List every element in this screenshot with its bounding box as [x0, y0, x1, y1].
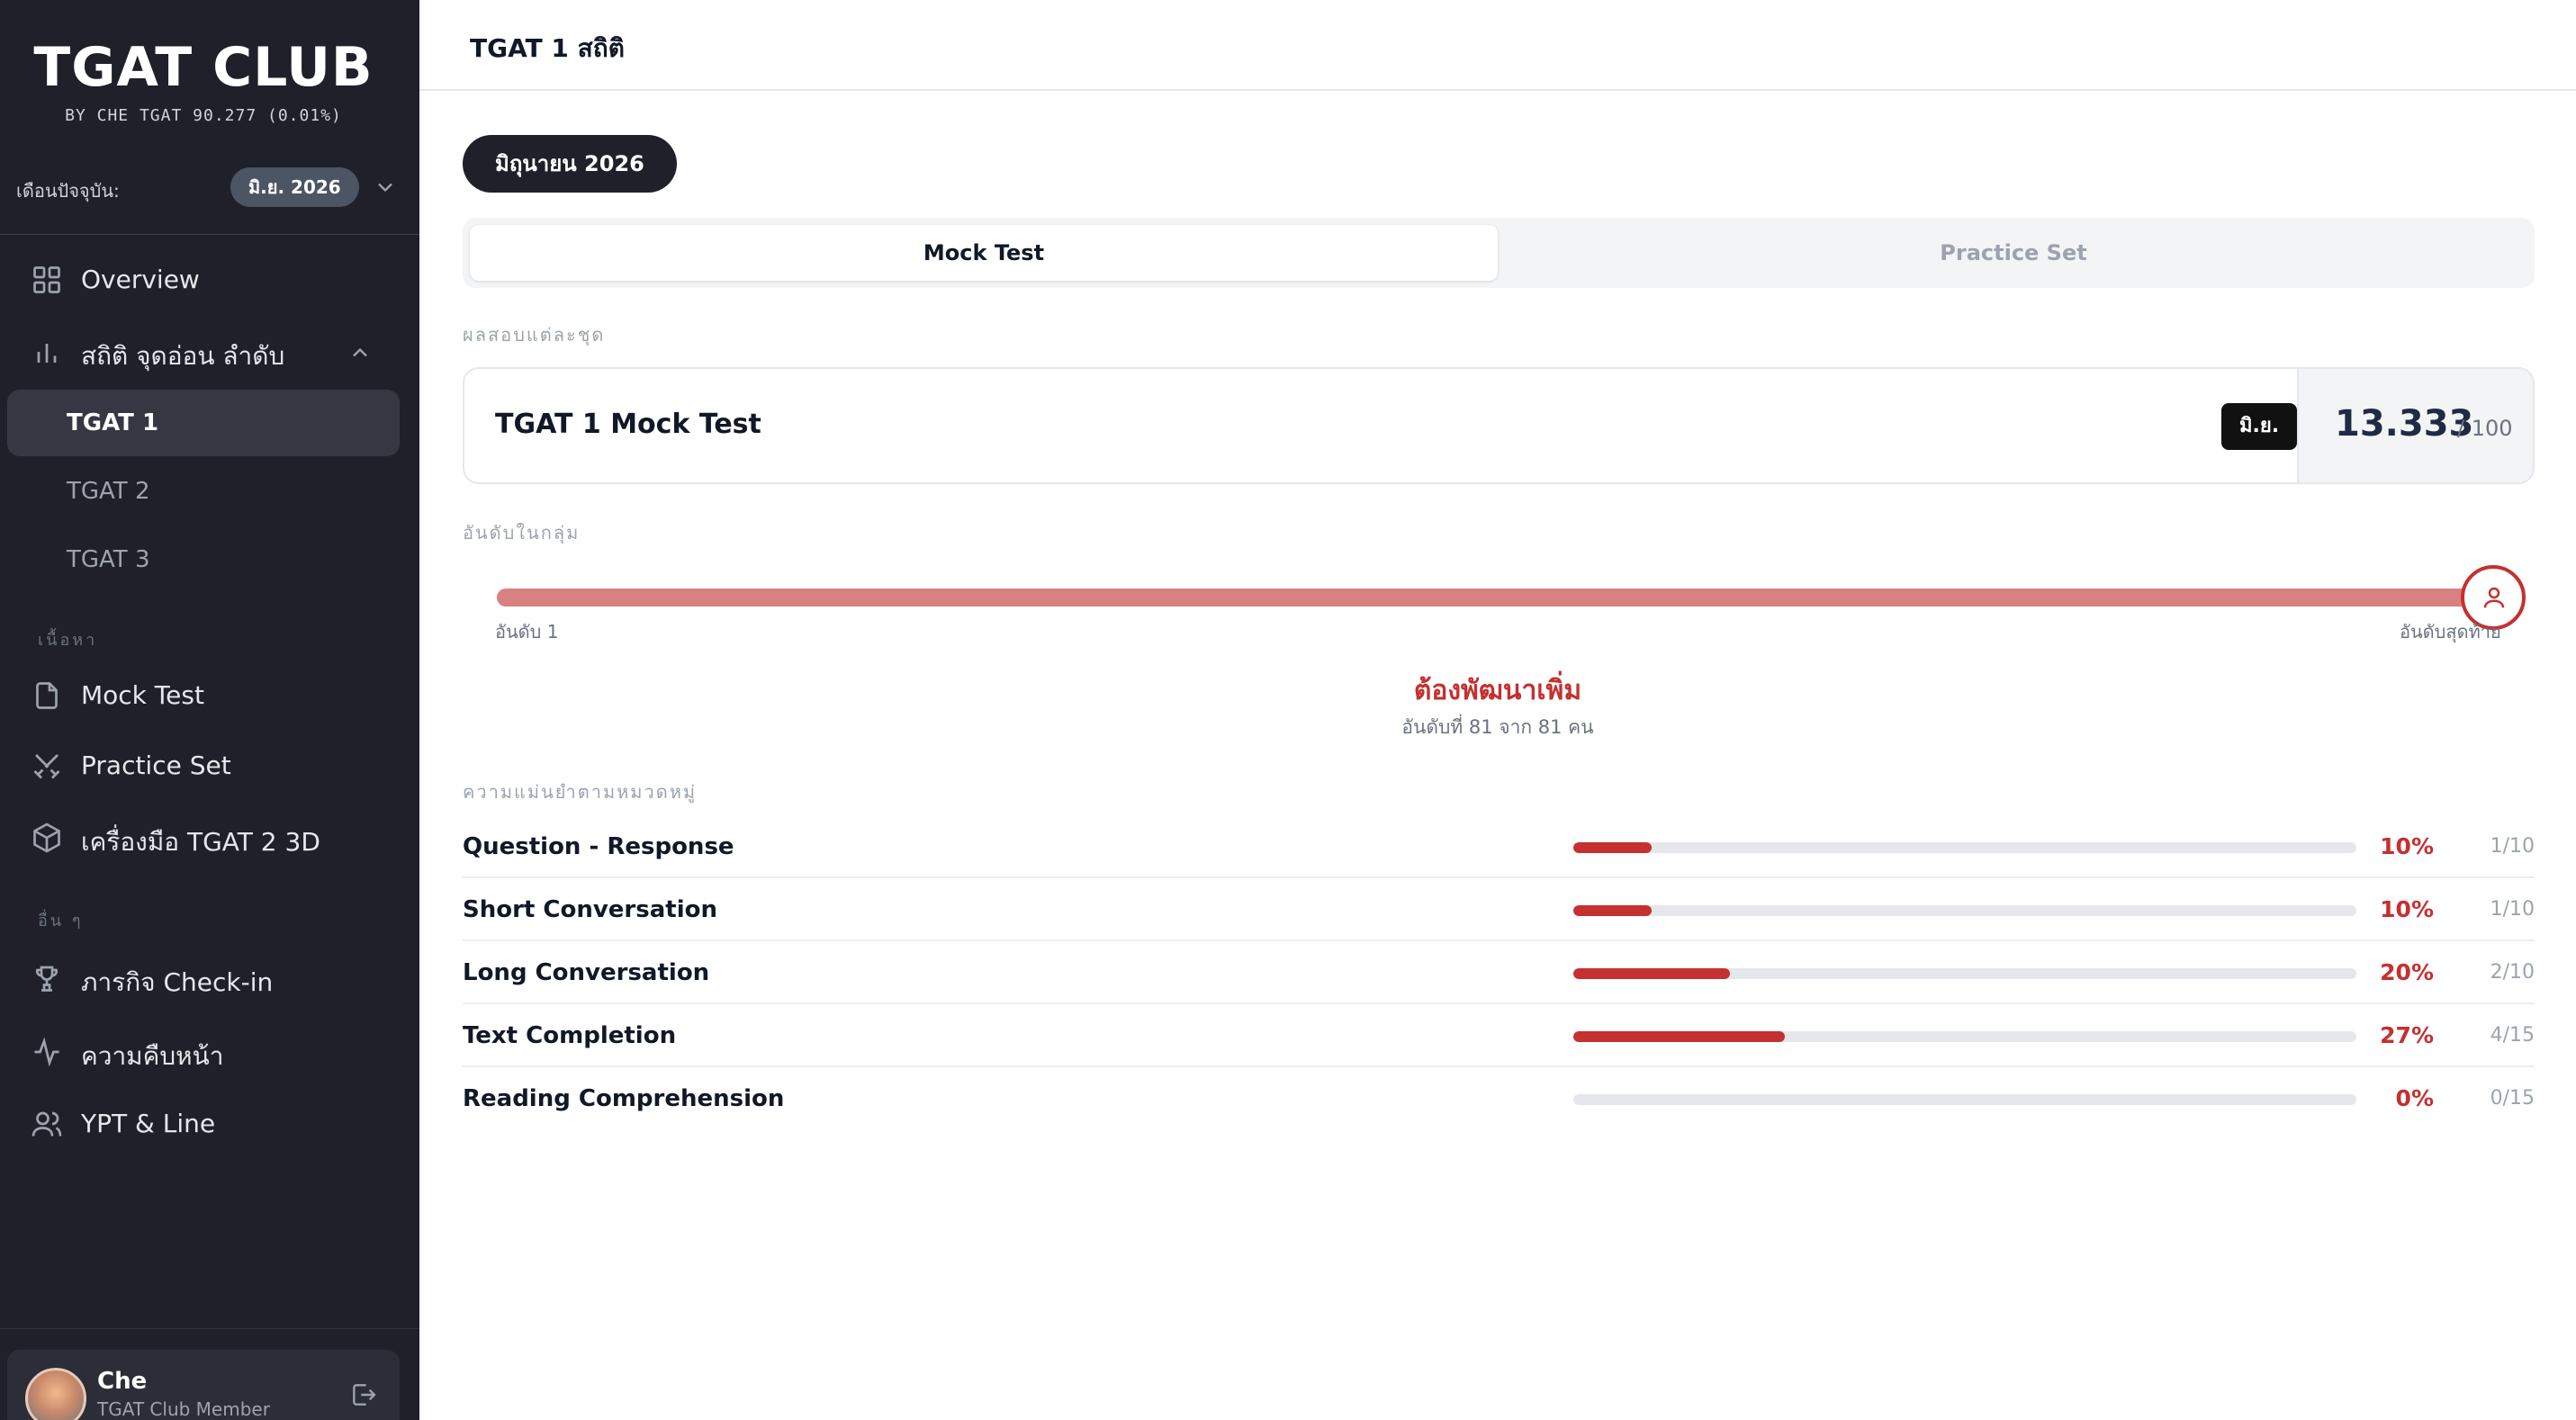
cube-icon: [33, 822, 60, 853]
top-bar: TGAT 1 สถิติ: [419, 0, 2576, 91]
category-progress-fill: [1573, 1031, 1785, 1042]
result-month-badge: มิ.ย.: [2221, 403, 2298, 450]
sidebar-subitem-label: TGAT 2: [67, 478, 150, 505]
month-filter-pill[interactable]: มิถุนายน 2026: [463, 135, 677, 193]
sidebar-subitem-label: TGAT 3: [67, 546, 150, 573]
category-count: 4/15: [2490, 1024, 2535, 1047]
category-count: 1/10: [2490, 835, 2535, 858]
chevron-up-icon[interactable]: [347, 340, 373, 365]
sidebar-item-label: ภารกิจ Check-in: [81, 967, 274, 997]
category-name: Reading Comprehension: [463, 1085, 785, 1112]
category-row: Text Completion 27% 4/15: [463, 1004, 2535, 1067]
category-progress-fill: [1573, 905, 1652, 916]
bar-chart-icon: [37, 344, 57, 363]
category-row: Reading Comprehension 0% 0/15: [463, 1067, 2535, 1130]
score-box: 13.333 / 100: [2297, 369, 2533, 482]
rank-detail-text: อันดับที่ 81 จาก 81 คน: [1401, 716, 1594, 738]
score-value: 13.333: [2335, 403, 2474, 445]
rank-track: [497, 589, 2493, 607]
sidebar-footer-divider: [0, 1328, 419, 1329]
sidebar-subitem-tgat1[interactable]: TGAT 1: [7, 390, 400, 456]
sidebar-divider: [0, 234, 419, 235]
page-title: TGAT 1 สถิติ: [470, 33, 625, 63]
category-percent: 10%: [2380, 833, 2434, 859]
app-root: TGAT CLUB BY CHE TGAT 90.277 (0.01%) เดื…: [0, 0, 2576, 1420]
category-percent: 10%: [2380, 896, 2434, 922]
user-profile-card[interactable]: Che TGAT Club Member: [7, 1350, 400, 1420]
category-count: 2/10: [2490, 961, 2535, 984]
logout-icon[interactable]: [349, 1380, 378, 1409]
user-role: TGAT Club Member: [97, 1398, 270, 1420]
sidebar-item-label: Practice Set: [81, 750, 231, 780]
category-count: 1/10: [2490, 898, 2535, 921]
category-progress-bar: [1573, 968, 2356, 979]
main-content: TGAT 1 สถิติ มิถุนายน 2026 Mock Test Pra…: [419, 0, 2576, 1420]
sidebar-item-overview[interactable]: Overview: [7, 247, 400, 313]
current-month-badge[interactable]: มิ.ย. 2026: [230, 167, 359, 207]
current-month-label: เดือนปัจจุบัน:: [16, 180, 120, 202]
user-name: Che: [97, 1368, 148, 1395]
category-count: 0/15: [2490, 1087, 2535, 1110]
category-percent: 0%: [2395, 1085, 2434, 1111]
sidebar-section-other: อื่น ๆ: [38, 912, 84, 930]
category-name: Text Completion: [463, 1022, 677, 1049]
brand-subtitle: BY CHE TGAT 90.277 (0.01%): [65, 106, 342, 125]
chevron-down-icon[interactable]: [373, 175, 398, 200]
trophy-icon: [35, 966, 59, 992]
category-name: Short Conversation: [463, 896, 717, 923]
category-progress-fill: [1573, 842, 1652, 853]
sidebar-item-checkin[interactable]: ภารกิจ Check-in: [7, 945, 400, 1011]
users-icon: [32, 1111, 62, 1137]
sidebar-item-progress[interactable]: ความคืบหน้า: [7, 1019, 400, 1085]
sidebar: TGAT CLUB BY CHE TGAT 90.277 (0.01%) เดื…: [0, 0, 419, 1420]
rank-section-label: อันดับในกลุ่ม: [463, 522, 581, 544]
category-percent: 27%: [2380, 1022, 2434, 1048]
grid-icon: [33, 266, 60, 293]
category-row: Short Conversation 10% 1/10: [463, 878, 2535, 941]
sidebar-item-label: YPT & Line: [81, 1109, 216, 1138]
brand-logo[interactable]: TGAT CLUB: [0, 36, 407, 99]
category-progress-bar: [1573, 1094, 2356, 1105]
test-type-tabs: Mock Test Practice Set: [463, 218, 2535, 288]
sidebar-subitem-tgat3[interactable]: TGAT 3: [7, 526, 400, 593]
category-progress-bar: [1573, 1031, 2356, 1042]
rank-start-label: อันดับ 1: [495, 621, 559, 643]
sidebar-subitem-tgat2[interactable]: TGAT 2: [7, 458, 400, 525]
sidebar-item-label: Overview: [81, 265, 200, 294]
tab-mock-test[interactable]: Mock Test: [470, 225, 1498, 281]
tab-practice-set[interactable]: Practice Set: [1500, 225, 2527, 281]
sidebar-item-label: Mock Test: [81, 680, 204, 710]
sidebar-item-tgat2-3d-tool[interactable]: เครื่องมือ TGAT 2 3D: [7, 804, 400, 871]
file-icon: [36, 682, 58, 709]
sidebar-item-label: ความคืบหน้า: [81, 1041, 224, 1071]
sidebar-item-label: เครื่องมือ TGAT 2 3D: [81, 827, 320, 857]
results-section-label: ผลสอบแต่ละชุด: [463, 324, 606, 346]
score-max: / 100: [2457, 416, 2513, 441]
sidebar-item-label: สถิติ จุดอ่อน ลำดับ: [81, 341, 285, 371]
rank-end-label: อันดับสุดท้าย: [2400, 621, 2501, 643]
rank-status-text: ต้องพัฒนาเพิ่ม: [1413, 675, 1582, 706]
avatar: [25, 1368, 86, 1420]
sidebar-item-ypt-line[interactable]: YPT & Line: [7, 1091, 400, 1157]
category-progress-fill: [1573, 968, 1730, 979]
sidebar-item-practice-set[interactable]: Practice Set: [7, 732, 400, 799]
result-card[interactable]: TGAT 1 Mock Test มิ.ย. 13.333 / 100: [463, 367, 2535, 484]
category-percent: 20%: [2380, 959, 2434, 985]
sidebar-section-content: เนื้อหา: [38, 631, 98, 650]
result-test-name: TGAT 1 Mock Test: [495, 409, 761, 440]
swords-icon: [33, 754, 60, 779]
sidebar-subitem-label: TGAT 1: [67, 409, 159, 436]
current-month-selector[interactable]: เดือนปัจจุบัน: มิ.ย. 2026: [16, 167, 394, 207]
activity-icon: [34, 1037, 59, 1067]
category-name: Long Conversation: [463, 959, 710, 986]
category-row: Long Conversation 20% 2/10: [463, 941, 2535, 1004]
category-progress-bar: [1573, 905, 2356, 916]
sidebar-item-mock-test[interactable]: Mock Test: [7, 662, 400, 729]
sidebar-item-stats[interactable]: สถิติ จุดอ่อน ลำดับ: [7, 319, 400, 385]
category-name: Question - Response: [463, 833, 734, 860]
category-progress-bar: [1573, 842, 2356, 853]
user-icon: [2483, 587, 2505, 608]
accuracy-section-label: ความแม่นยำตามหมวดหมู่: [463, 781, 698, 803]
category-row: Question - Response 10% 1/10: [463, 815, 2535, 878]
